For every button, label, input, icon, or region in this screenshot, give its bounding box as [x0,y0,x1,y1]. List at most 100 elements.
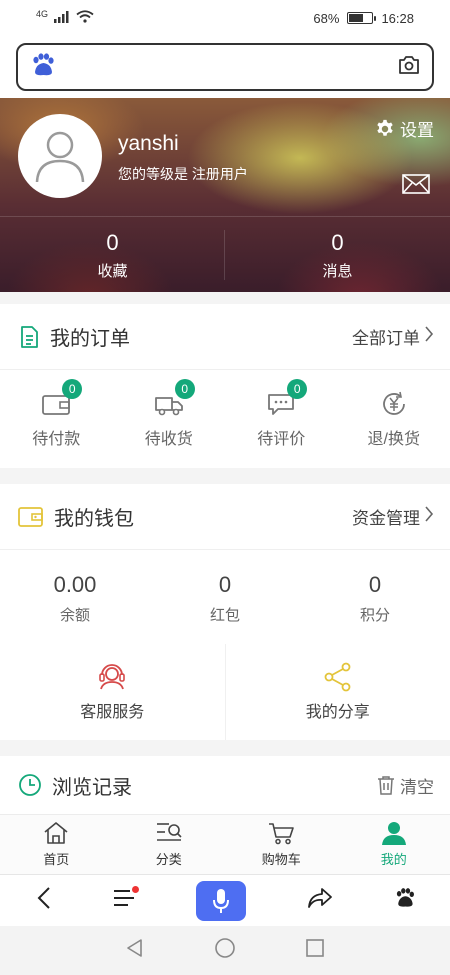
return-exchange-label: 退/换货 [367,431,420,448]
wallet-stats: 0.00 余额 0 红包 0 积分 [0,550,450,646]
category-icon [156,823,182,841]
username: yanshi [118,132,179,155]
clear-history-button[interactable]: 清空 [376,773,434,798]
tab-cart-label: 购物车 [261,852,301,867]
wallet-header: 我的钱包 资金管理 [0,484,450,550]
all-orders-label: 全部订单 [352,329,420,348]
notification-dot [132,886,139,893]
messages-stat[interactable]: 0 消息 [225,230,450,281]
home-icon [44,822,68,844]
balance-value: 0.00 [53,571,97,597]
signal-icon [54,10,70,26]
battery-icon [347,12,377,24]
tab-cart[interactable]: 购物车 [225,815,338,874]
my-share-label: 我的分享 [305,704,370,721]
services-card: 客服服务 我的分享 [0,644,450,740]
settings-label: 设置 [400,121,434,140]
customer-service-button[interactable]: 客服服务 [0,644,225,740]
battery-percent: 68% [313,10,340,26]
order-pending-receipt[interactable]: 0 待收货 [113,370,226,468]
points-value: 0 [368,571,382,597]
pending-payment-badge: 0 [62,379,83,399]
baidu-paw-icon [30,52,56,82]
cart-icon [269,823,295,845]
pending-receipt-badge: 0 [174,379,195,399]
message-envelope-icon[interactable] [402,174,430,199]
share-arrow-icon[interactable] [307,887,333,914]
user-placeholder-icon [35,131,85,183]
orders-header: 我的订单 全部订单 [0,304,450,370]
microphone-icon [213,888,229,913]
clock: 16:28 [381,10,414,26]
headset-icon [99,664,126,690]
fund-management-label: 资金管理 [352,509,420,528]
tab-home-label: 首页 [43,852,70,867]
balance-stat[interactable]: 0.00 余额 [0,550,150,646]
settings-button[interactable]: 设置 [374,116,434,141]
avatar[interactable] [18,114,102,198]
search-input[interactable] [64,58,390,76]
wallet-card: 我的钱包 资金管理 0.00 余额 0 红包 0 积分 [0,484,450,646]
messages-label: 消息 [322,263,353,280]
history-title: 浏览记录 [52,776,132,799]
red-packet-value: 0 [218,571,232,597]
clear-history-label: 清空 [400,777,434,797]
bottom-tab-bar: 首页 分类 购物车 我的 [0,814,450,874]
browser-toolbar [0,874,450,926]
orders-card: 我的订单 全部订单 0 待付款 0 待收货 0 待评价 退/换货 [0,304,450,468]
order-pending-review[interactable]: 0 待评价 [225,370,338,468]
user-level: 您的等级是 注册用户 [118,166,248,182]
system-nav-bar [0,926,450,975]
favorites-count: 0 [106,230,119,255]
wallet-title-icon [18,506,43,527]
customer-service-label: 客服服务 [80,704,145,721]
user-icon [381,822,406,845]
fund-management-link[interactable]: 资金管理 [352,504,434,529]
profile-divider [0,216,450,217]
red-packet-label: 红包 [209,606,240,624]
profile-header: yanshi 您的等级是 注册用户 设置 0 收藏 0 消息 [0,98,450,292]
tab-category[interactable]: 分类 [113,815,226,874]
order-pending-payment[interactable]: 0 待付款 [0,370,113,468]
my-share-button[interactable]: 我的分享 [224,644,450,740]
clock-icon [19,774,41,796]
order-status-grid: 0 待付款 0 待收货 0 待评价 退/换货 [0,370,450,468]
tab-me-label: 我的 [380,852,407,867]
nav-home-icon[interactable] [214,937,236,964]
tab-me[interactable]: 我的 [338,815,450,874]
baidu-logo-icon[interactable] [394,887,416,914]
chevron-right-icon [424,326,434,347]
points-label: 积分 [359,606,390,624]
share-icon [324,662,351,692]
order-list-icon [21,325,38,348]
messages-count: 0 [331,230,344,255]
gear-icon [377,119,393,136]
favorites-label: 收藏 [97,263,128,280]
camera-icon[interactable] [398,55,420,80]
pending-review-label: 待评价 [257,431,306,448]
tab-home[interactable]: 首页 [0,815,113,874]
voice-search-button[interactable] [196,880,246,921]
balance-label: 余额 [59,606,90,624]
pending-payment-label: 待付款 [32,431,81,448]
nav-recents-icon[interactable] [305,938,325,963]
menu-icon[interactable] [113,886,139,913]
yen-return-icon [382,391,405,415]
trash-icon [378,776,394,795]
search-box[interactable] [16,43,434,91]
nav-back-icon[interactable] [125,938,145,963]
history-header: 浏览记录 清空 [0,756,450,814]
favorites-stat[interactable]: 0 收藏 [0,230,225,281]
all-orders-link[interactable]: 全部订单 [352,324,434,349]
back-arrow-icon[interactable] [36,886,52,915]
red-packet-stat[interactable]: 0 红包 [150,550,300,646]
status-bar: 4G 68% 16:28 [0,0,450,36]
network-label: 4G [36,9,49,19]
points-stat[interactable]: 0 积分 [300,550,450,646]
wifi-icon [76,10,94,26]
order-return-exchange[interactable]: 退/换货 [338,370,450,468]
search-bar [0,36,450,98]
orders-title: 我的订单 [50,328,130,350]
chevron-right-icon [424,506,434,527]
history-card: 浏览记录 清空 [0,756,450,814]
